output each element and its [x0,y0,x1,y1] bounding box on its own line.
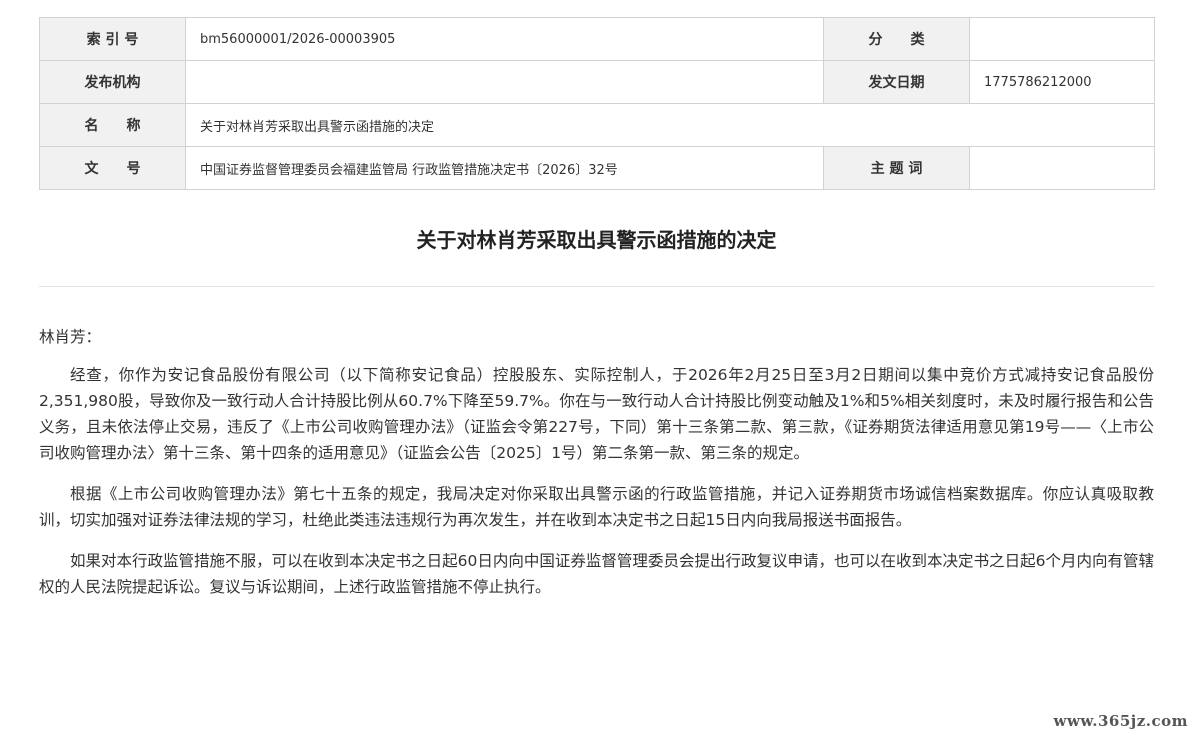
document-name-value: 关于对林肖芳采取出具警示函措施的决定 [185,103,1155,147]
publisher-value [185,60,824,104]
title-divider [39,286,1154,287]
paragraph-decision: 根据《上市公司收购管理办法》第七十五条的规定，我局决定对你采取出具警示函的行政监… [39,485,1154,529]
document-metadata-table: 索 引 号 bm56000001/2026-00003905 分 类 发布机构 … [39,17,1155,190]
site-watermark: www.365jz.com [1053,712,1188,730]
metadata-row-name: 名 称 关于对林肖芳采取出具警示函措施的决定 [39,103,1155,147]
issue-date-label: 发文日期 [823,60,970,104]
document-number-value: 中国证券监督管理委员会福建监管局 行政监管措施决定书〔2026〕32号 [185,146,824,190]
paragraph-appeal-rights: 如果对本行政监管措施不服，可以在收到本决定书之日起60日内向中国证券监督管理委员… [39,552,1154,596]
category-label: 分 类 [823,17,970,61]
publisher-label: 发布机构 [39,60,186,104]
keywords-value [969,146,1155,190]
salutation: 林肖芳： [39,328,102,346]
document-number-label: 文 号 [39,146,186,190]
paragraph-findings: 经查，你作为安记食品股份有限公司（以下简称安记食品）控股股东、实际控制人，于20… [39,366,1154,462]
document-name-label: 名 称 [39,103,186,147]
document-body: 林肖芳： 经查，你作为安记食品股份有限公司（以下简称安记食品）控股股东、实际控制… [39,324,1154,615]
document-title: 关于对林肖芳采取出具警示函措施的决定 [416,228,777,252]
issue-date-value: 1775786212000 [969,60,1155,104]
index-number-label: 索 引 号 [39,17,186,61]
metadata-row-publisher: 发布机构 发文日期 1775786212000 [39,60,1155,104]
metadata-row-index: 索 引 号 bm56000001/2026-00003905 分 类 [39,17,1155,61]
category-value [969,17,1155,61]
metadata-row-docno: 文 号 中国证券监督管理委员会福建监管局 行政监管措施决定书〔2026〕32号 … [39,146,1155,190]
index-number-value: bm56000001/2026-00003905 [185,17,824,61]
keywords-label: 主 题 词 [823,146,970,190]
